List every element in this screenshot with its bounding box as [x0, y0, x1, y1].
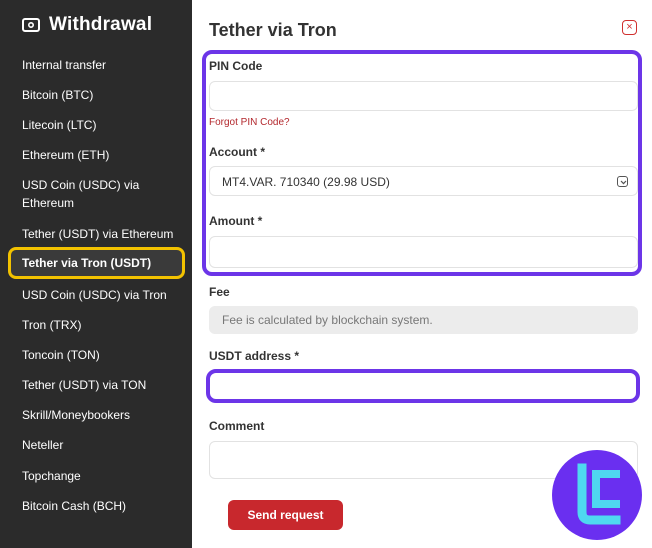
sidebar-item-litecoin[interactable]: Litecoin (LTC): [22, 116, 182, 134]
comment-label: Comment: [209, 419, 265, 433]
sidebar-item-usdt-tron[interactable]: Tether via Tron (USDT): [8, 247, 185, 279]
sidebar-item-tron[interactable]: Tron (TRX): [22, 316, 182, 334]
wallet-icon: [22, 18, 40, 32]
sidebar-item-skrill[interactable]: Skrill/Moneybookers: [22, 406, 182, 424]
account-select-value: MT4.VAR. 710340 (29.98 USD): [222, 175, 390, 189]
send-request-button[interactable]: Send request: [228, 500, 343, 530]
usdt-address-label: USDT address *: [209, 349, 300, 363]
sidebar-item-bitcoin[interactable]: Bitcoin (BTC): [22, 86, 182, 104]
forgot-pin-link[interactable]: Forgot PIN Code?: [209, 117, 290, 128]
chevron-down-icon: [617, 176, 628, 187]
sidebar-title: Withdrawal: [49, 14, 153, 35]
brand-logo-mark: [577, 463, 621, 525]
sidebar-item-internal-transfer[interactable]: Internal transfer: [22, 56, 182, 74]
account-select[interactable]: MT4.VAR. 710340 (29.98 USD): [209, 166, 638, 196]
brand-logo: [552, 450, 642, 540]
sidebar-item-usdc-ethereum[interactable]: USD Coin (USDC) via Ethereum: [22, 176, 182, 212]
account-label: Account *: [209, 145, 266, 159]
amount-input[interactable]: [209, 236, 638, 268]
sidebar-item-usdc-tron[interactable]: USD Coin (USDC) via Tron: [22, 286, 182, 304]
sidebar-item-bitcoin-cash[interactable]: Bitcoin Cash (BCH): [22, 497, 182, 515]
fee-field: Fee is calculated by blockchain system.: [209, 306, 638, 334]
sidebar-item-toncoin[interactable]: Toncoin (TON): [22, 346, 182, 364]
page-title: Tether via Tron: [209, 20, 337, 40]
fee-label: Fee: [209, 285, 230, 299]
sidebar-item-usdt-ton[interactable]: Tether (USDT) via TON: [22, 376, 182, 394]
pin-label: PIN Code: [209, 59, 263, 73]
close-icon: ×: [626, 21, 633, 33]
sidebar-item-usdt-ethereum[interactable]: Tether (USDT) via Ethereum: [22, 225, 182, 243]
sidebar-item-ethereum[interactable]: Ethereum (ETH): [22, 146, 182, 164]
sidebar-header: Withdrawal: [22, 14, 152, 36]
sidebar: Withdrawal Internal transfer Bitcoin (BT…: [0, 0, 192, 548]
amount-label: Amount *: [209, 214, 263, 228]
sidebar-item-topchange[interactable]: Topchange: [22, 467, 182, 485]
usdt-address-input[interactable]: [209, 371, 638, 401]
pin-code-input[interactable]: [209, 81, 638, 111]
close-button[interactable]: ×: [622, 20, 637, 35]
sidebar-item-neteller[interactable]: Neteller: [22, 436, 182, 454]
